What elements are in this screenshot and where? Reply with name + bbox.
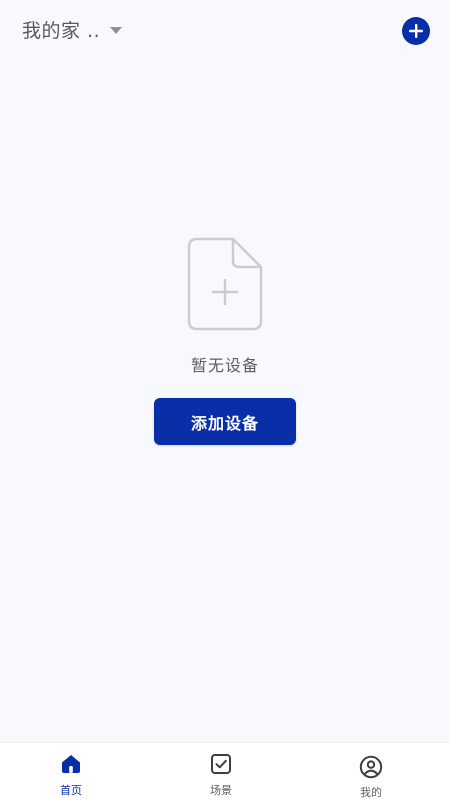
tab-scene-label: 场景 — [210, 784, 232, 797]
plus-icon — [409, 24, 423, 38]
add-button[interactable] — [402, 17, 430, 45]
top-header: 我的家 .. — [0, 0, 450, 60]
tab-mine[interactable]: 我的 — [326, 743, 416, 800]
checkbox-icon — [211, 754, 231, 774]
home-icon — [62, 755, 80, 773]
home-selector[interactable]: 我的家 .. — [22, 14, 123, 44]
file-add-icon — [187, 237, 263, 331]
tab-mine-label: 我的 — [360, 786, 382, 799]
caret-down-icon — [110, 26, 123, 34]
bottom-tab-bar: 首页 场景 我的 — [0, 742, 450, 800]
user-circle-icon — [359, 755, 383, 779]
home-name: 我的家 .. — [22, 19, 101, 42]
tab-home-label: 首页 — [60, 784, 82, 797]
empty-state-text: 暂无设备 — [190, 356, 259, 375]
home-screen: 我的家 .. 暂无设备 添加设备 首页 场景 我的 — [0, 0, 450, 800]
tab-scene[interactable]: 场景 — [176, 743, 266, 800]
tab-home[interactable]: 首页 — [26, 743, 116, 800]
add-device-button[interactable]: 添加设备 — [154, 398, 296, 445]
